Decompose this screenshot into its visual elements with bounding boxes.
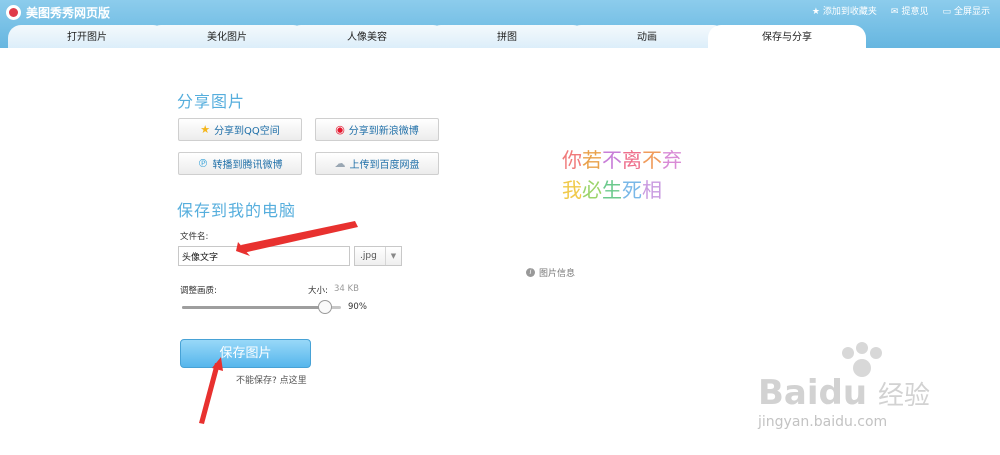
- baidu-wordmark: Baidu: [758, 373, 867, 412]
- arrow-to-filename-icon: [241, 221, 358, 253]
- baidu-jingyan-watermark: Baidu 经验 jingyan.baidu.com: [758, 340, 958, 440]
- baidu-paw-logo: Baidu 经验: [758, 342, 930, 413]
- watermark-url: jingyan.baidu.com: [758, 414, 888, 430]
- jingyan-wordmark: 经验: [878, 381, 930, 411]
- arrow-to-save-button-icon: [199, 363, 220, 424]
